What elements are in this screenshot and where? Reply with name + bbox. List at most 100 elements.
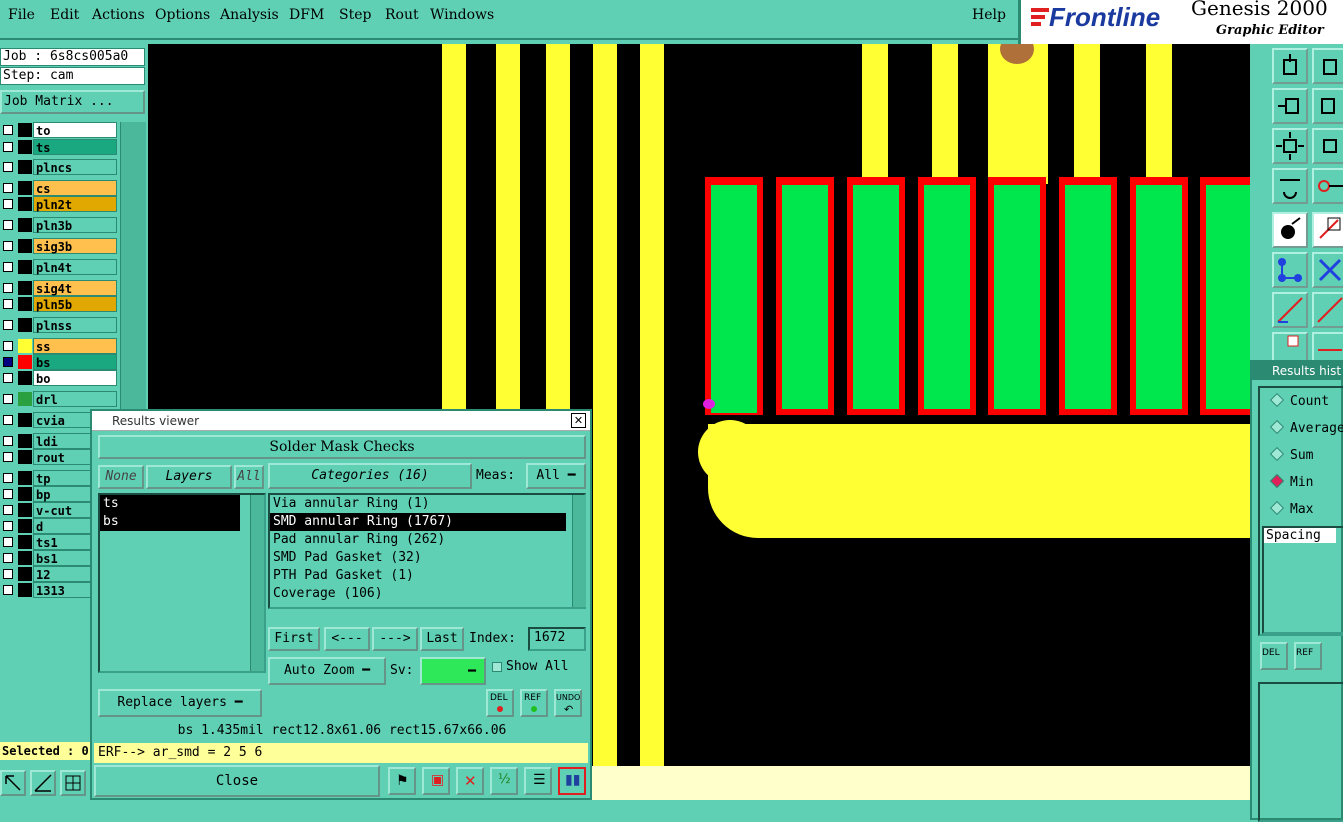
layer-results-list[interactable]: ts bs	[98, 493, 266, 673]
menu-windows[interactable]: Windows	[430, 7, 494, 23]
layer-row[interactable]: plncs	[0, 159, 118, 175]
layer-checkbox[interactable]	[3, 357, 13, 367]
layer-checkbox[interactable]	[3, 183, 13, 193]
menu-actions[interactable]: Actions	[92, 7, 145, 23]
layer-checkbox[interactable]	[3, 220, 13, 230]
select-tool-button[interactable]	[0, 770, 26, 796]
grid-tool-button[interactable]	[60, 770, 86, 796]
measure-tool-button[interactable]	[30, 770, 56, 796]
radio-sum[interactable]: Sum	[1269, 446, 1343, 466]
radio-count[interactable]: Count	[1269, 392, 1343, 412]
tool-histogram-button[interactable]: ▮▮	[558, 767, 586, 795]
del-button[interactable]: DEL	[486, 689, 514, 717]
layer-result-item[interactable]: ts	[100, 495, 240, 513]
cross-tool-button[interactable]	[1312, 252, 1343, 288]
tool-notes-button[interactable]: ☰	[524, 767, 552, 795]
category-item[interactable]: SMD Pad Gasket (32)	[270, 549, 566, 567]
layer-checkbox[interactable]	[3, 452, 13, 462]
job-matrix-button[interactable]: Job Matrix ...	[0, 90, 145, 114]
layer-checkbox[interactable]	[3, 199, 13, 209]
close-icon[interactable]: ✕	[571, 413, 586, 428]
layer-checkbox[interactable]	[3, 262, 13, 272]
layer-checkbox[interactable]	[3, 162, 13, 172]
layer-list-scrollbar[interactable]	[250, 495, 264, 671]
menu-rout[interactable]: Rout	[385, 7, 419, 23]
layer-checkbox[interactable]	[3, 553, 13, 563]
pan-right-button[interactable]	[1312, 88, 1343, 124]
hist-ref-button[interactable]: REF	[1294, 642, 1322, 670]
menu-help[interactable]: Help	[972, 7, 1006, 23]
layer-result-item[interactable]: bs	[100, 513, 240, 531]
auto-zoom-select[interactable]: Auto Zoom ━	[268, 657, 386, 685]
hist-del-button[interactable]: DEL	[1260, 642, 1288, 670]
menu-analysis[interactable]: Analysis	[220, 7, 279, 23]
zoom-fit-button[interactable]	[1272, 128, 1308, 164]
layer-checkbox[interactable]	[3, 241, 13, 251]
layer-checkbox[interactable]	[3, 521, 13, 531]
layer-row[interactable]: plnss	[0, 317, 118, 333]
layer-checkbox[interactable]	[3, 585, 13, 595]
layer-row[interactable]: pln3b	[0, 217, 118, 233]
layer-row[interactable]: drl	[0, 391, 118, 407]
connect-tool-button[interactable]	[1272, 252, 1308, 288]
first-button[interactable]: First	[268, 627, 320, 651]
pan-up-button[interactable]	[1272, 48, 1308, 84]
histogram-field-list[interactable]: Spacing	[1262, 526, 1343, 634]
layer-checkbox[interactable]	[3, 299, 13, 309]
replace-layers-button[interactable]: Replace layers ━	[98, 689, 262, 717]
layer-row[interactable]: to	[0, 122, 118, 138]
layer-row[interactable]: pln4t	[0, 259, 118, 275]
last-button[interactable]: Last	[420, 627, 464, 651]
close-button[interactable]: Close	[94, 765, 380, 797]
category-list[interactable]: Via annular Ring (1) SMD annular Ring (17…	[268, 493, 586, 609]
category-item[interactable]: SMD annular Ring (1767)	[270, 513, 566, 531]
menu-step[interactable]: Step	[339, 7, 371, 23]
show-all-checkbox[interactable]	[492, 662, 502, 672]
tool-ref-off-button[interactable]: ✕	[456, 767, 484, 795]
ref-button[interactable]: REF	[520, 689, 548, 717]
index-input[interactable]: 1672	[528, 627, 586, 651]
layer-checkbox[interactable]	[3, 283, 13, 293]
layer-checkbox[interactable]	[3, 415, 13, 425]
spacing-item[interactable]: Spacing	[1264, 528, 1336, 543]
category-scrollbar[interactable]	[572, 495, 586, 607]
add-pad-button[interactable]	[1272, 212, 1308, 248]
layer-checkbox[interactable]	[3, 489, 13, 499]
layers-button[interactable]: Layers	[146, 465, 232, 489]
layer-checkbox[interactable]	[3, 320, 13, 330]
line-tool-button[interactable]	[1272, 292, 1308, 328]
add-shape-button[interactable]	[1312, 212, 1343, 248]
menu-file[interactable]: File	[8, 7, 35, 23]
probe-tool-button[interactable]	[1312, 168, 1343, 204]
layer-row[interactable]: cs	[0, 180, 118, 196]
layer-checkbox[interactable]	[3, 505, 13, 515]
layer-checkbox[interactable]	[3, 394, 13, 404]
category-item[interactable]: Via annular Ring (1)	[270, 495, 566, 513]
layer-checkbox[interactable]	[3, 341, 13, 351]
menu-edit[interactable]: Edit	[50, 7, 79, 23]
categories-button[interactable]: Categories (16)	[268, 463, 472, 489]
layer-row[interactable]: pln5b	[0, 296, 118, 312]
layer-row[interactable]: sig4t	[0, 280, 118, 296]
layer-row[interactable]: bs	[0, 354, 118, 370]
next-button[interactable]: --->	[372, 627, 418, 651]
tool-compare-button[interactable]: ½	[490, 767, 518, 795]
layer-checkbox[interactable]	[3, 373, 13, 383]
zoom-center-button[interactable]	[1312, 128, 1343, 164]
menu-options[interactable]: Options	[155, 7, 210, 23]
line-alt-tool-button[interactable]	[1312, 292, 1343, 328]
tool-report-button[interactable]: ▣	[422, 767, 450, 795]
prev-button[interactable]: <---	[324, 627, 370, 651]
meas-select[interactable]: All ━	[526, 463, 586, 489]
all-button[interactable]: All	[234, 465, 264, 489]
none-button[interactable]: None	[98, 465, 144, 489]
layer-checkbox[interactable]	[3, 473, 13, 483]
category-item[interactable]: Pad annular Ring (262)	[270, 531, 566, 549]
layer-checkbox[interactable]	[3, 436, 13, 446]
layer-row[interactable]: pln2t	[0, 196, 118, 212]
tool-flag-button[interactable]: ⚑	[388, 767, 416, 795]
layer-row[interactable]: ss	[0, 338, 118, 354]
snap-tool-button[interactable]	[1272, 168, 1308, 204]
sv-color-select[interactable]: ━	[420, 657, 486, 685]
radio-min[interactable]: Min	[1269, 473, 1343, 493]
